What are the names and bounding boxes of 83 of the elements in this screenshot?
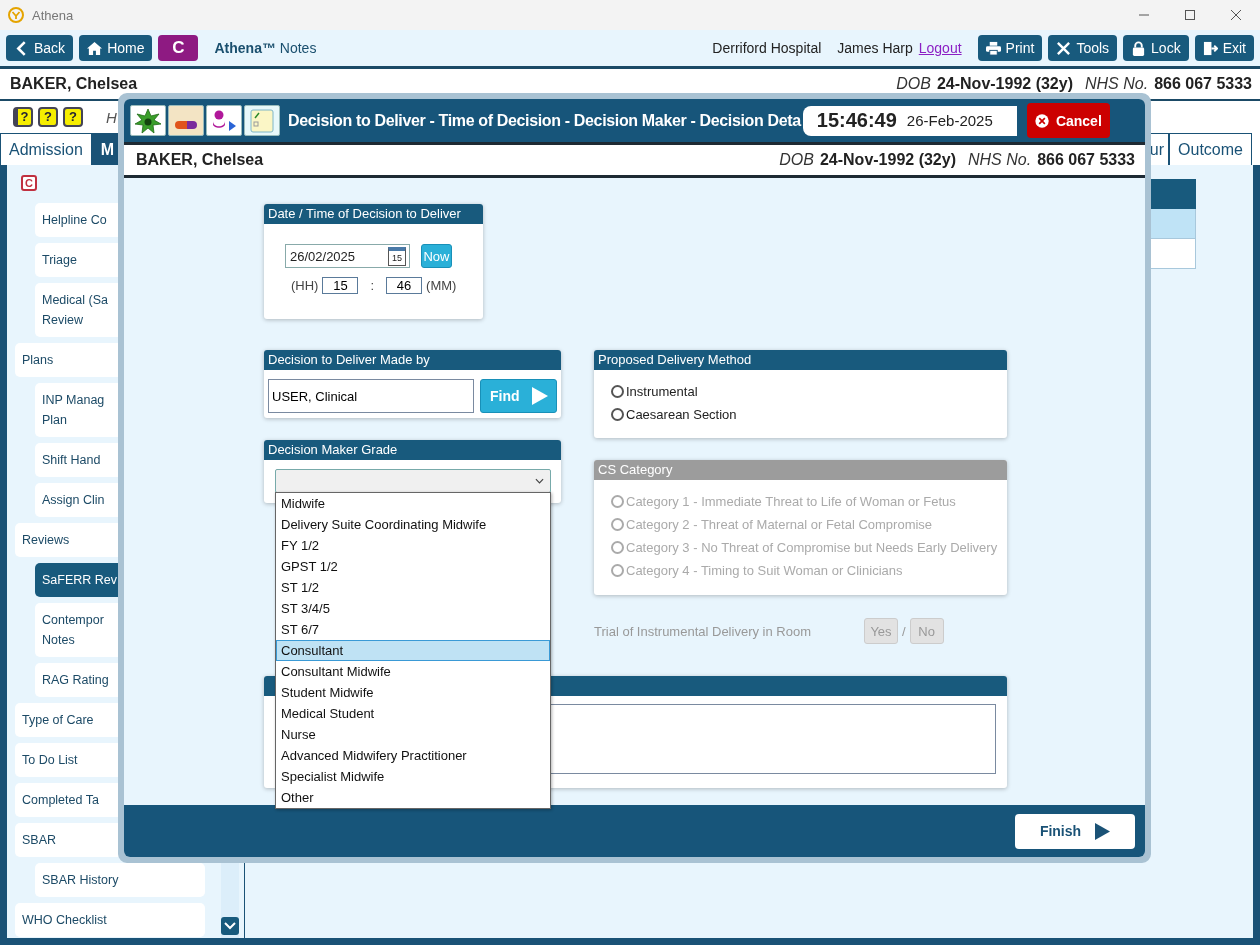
capsule-icon[interactable] [168, 105, 204, 136]
dropdown-option[interactable]: ST 3/4/5 [276, 598, 550, 619]
dob-label: DOB [779, 151, 814, 169]
hours-label: (HH) [291, 278, 319, 293]
window-title: Athena [32, 7, 74, 23]
close-icon[interactable] [1230, 9, 1242, 21]
cancel-button[interactable]: Cancel [1026, 103, 1110, 138]
play-icon [1095, 822, 1111, 840]
panel-heading: CS Category [594, 460, 1007, 480]
dialog-title: Decision to Deliver - Time of Decision - Decision Maker - Decision Deta [288, 111, 801, 130]
exit-icon [1202, 40, 1218, 56]
patient-name: BAKER, Chelsea [136, 151, 264, 169]
hours-field[interactable]: 15 [322, 277, 359, 294]
app-badge-button[interactable]: C [158, 35, 199, 61]
dropdown-option[interactable]: Student Midwife [276, 682, 550, 703]
app-name: Athena™ Notes [214, 40, 317, 56]
tab[interactable]: Outcome [1169, 133, 1252, 165]
dropdown-option[interactable]: Medical Student [276, 703, 550, 724]
radio-option[interactable]: Caesarean Section [611, 405, 1007, 424]
calendar-icon[interactable]: 15 [388, 246, 406, 266]
home-button[interactable]: Home [79, 35, 153, 61]
dropdown-option[interactable]: FY 1/2 [276, 535, 550, 556]
minutes-field[interactable]: 46 [386, 277, 423, 294]
dob-label: DOB [896, 75, 931, 93]
trial-label: Trial of Instrumental Delivery in Room [594, 623, 812, 639]
logout-link[interactable]: Logout [918, 40, 962, 56]
dropdown-option[interactable]: GPST 1/2 [276, 556, 550, 577]
dropdown-option[interactable]: Consultant Midwife [276, 661, 550, 682]
nhs-number: 866 067 5333 [1154, 75, 1252, 93]
flower-icon[interactable] [130, 105, 166, 136]
play-icon [531, 387, 548, 405]
dropdown-option[interactable]: Consultant [276, 640, 550, 661]
dropdown-option[interactable]: Other [276, 787, 550, 808]
date-field[interactable]: 26/02/2025 15 [285, 244, 410, 268]
category-badge[interactable]: C [21, 175, 37, 191]
hospital-name: Derriford Hospital [712, 40, 822, 56]
finish-button[interactable]: Finish [1015, 813, 1135, 849]
exit-button[interactable]: Exit [1194, 35, 1254, 61]
radio-option[interactable]: Instrumental [611, 382, 1007, 401]
dob-value: 24-Nov-1992 (32y) [819, 151, 956, 169]
dropdown-option[interactable]: ST 6/7 [276, 619, 550, 640]
dropdown-option[interactable]: Nurse [276, 724, 550, 745]
app-logo-icon [8, 7, 24, 23]
user-name: James Harp [837, 40, 913, 56]
nhs-label: NHS No. [1085, 75, 1149, 93]
decision-maker-field[interactable]: USER, Clinical [268, 379, 475, 413]
minutes-label: (MM) [426, 278, 457, 293]
lock-button[interactable]: Lock [1123, 35, 1189, 61]
maximize-icon[interactable] [1184, 9, 1196, 21]
nhs-label: NHS No. [968, 151, 1032, 169]
help-icon[interactable]: ? [38, 107, 58, 127]
panel-heading: Date / Time of Decision to Deliver [264, 204, 483, 224]
clock-time: 15:46:49 [816, 109, 897, 132]
print-button[interactable]: Print [977, 35, 1043, 61]
dropdown-option[interactable]: Advanced Midwifery Practitioner [276, 745, 550, 766]
grade-dropdown[interactable] [275, 469, 551, 493]
time-separator: : [370, 278, 375, 293]
dropdown-option[interactable]: ST 1/2 [276, 577, 550, 598]
help-icon[interactable]: ? [63, 107, 83, 127]
dropdown-option[interactable]: Delivery Suite Coordinating Midwife [276, 514, 550, 535]
home-icon [87, 40, 103, 56]
sidebar-item[interactable]: WHO Checklist [15, 903, 205, 937]
separator-text: / [902, 623, 906, 639]
tools-button[interactable]: Tools [1048, 35, 1118, 61]
lock-icon [1131, 40, 1147, 56]
chevron-down-icon [535, 478, 544, 484]
dob-value: 24-Nov-1992 (32y) [936, 75, 1073, 93]
panel-heading: Decision Maker Grade [264, 440, 561, 460]
chevron-down-icon [224, 922, 236, 930]
patient-name: BAKER, Chelsea [10, 75, 138, 93]
sidebar-item[interactable]: SBAR History [35, 863, 205, 897]
panel-heading: Decision to Deliver Made by [264, 350, 561, 370]
help-icon[interactable]: ? [13, 107, 33, 127]
back-button[interactable]: Back [6, 35, 74, 61]
hint-text: H [106, 108, 117, 126]
dropdown-option[interactable]: Specialist Midwife [276, 766, 550, 787]
tab[interactable]: Admission [0, 133, 92, 165]
dropdown-option[interactable]: Midwife [276, 493, 550, 514]
panel-heading: Proposed Delivery Method [594, 350, 1007, 370]
scroll-down-button[interactable] [221, 917, 239, 935]
printer-icon [985, 40, 1001, 56]
clock-date: 26-Feb-2025 [906, 112, 993, 129]
nhs-number: 866 067 5333 [1037, 151, 1135, 169]
